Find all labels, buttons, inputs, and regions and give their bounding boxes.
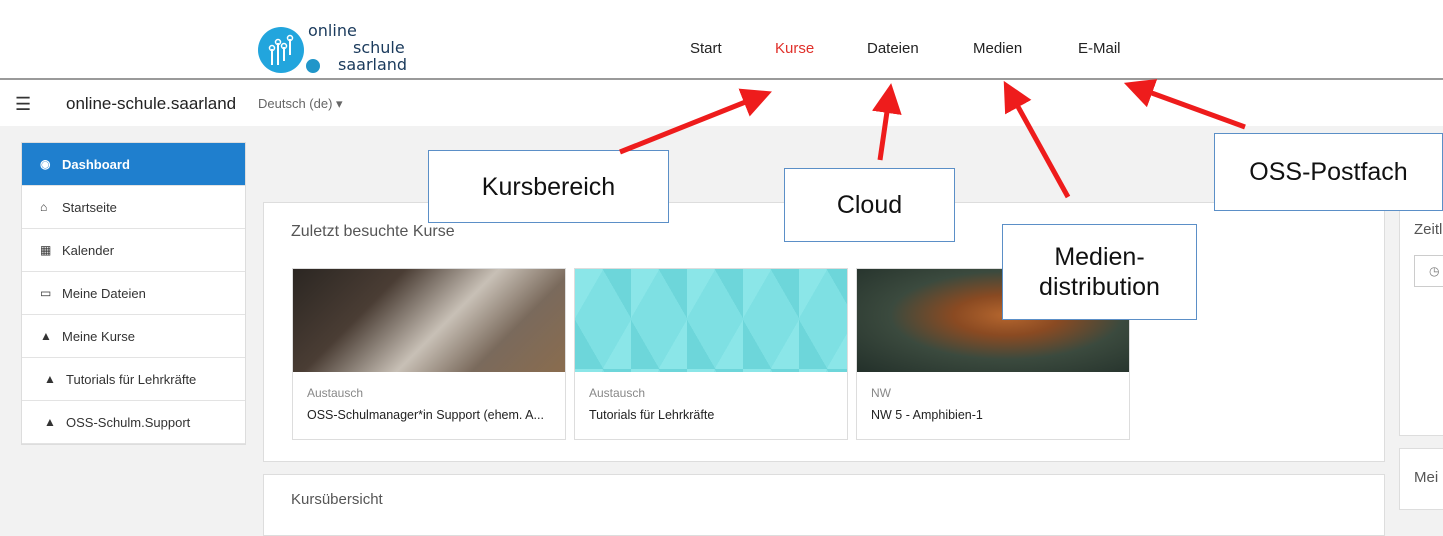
arrow-kursbereich bbox=[619, 88, 772, 155]
annotation-arrows bbox=[619, 79, 1246, 199]
arrow-postfach bbox=[1123, 79, 1246, 130]
arrow-medien bbox=[1003, 80, 1071, 199]
arrow-cloud bbox=[872, 83, 902, 161]
